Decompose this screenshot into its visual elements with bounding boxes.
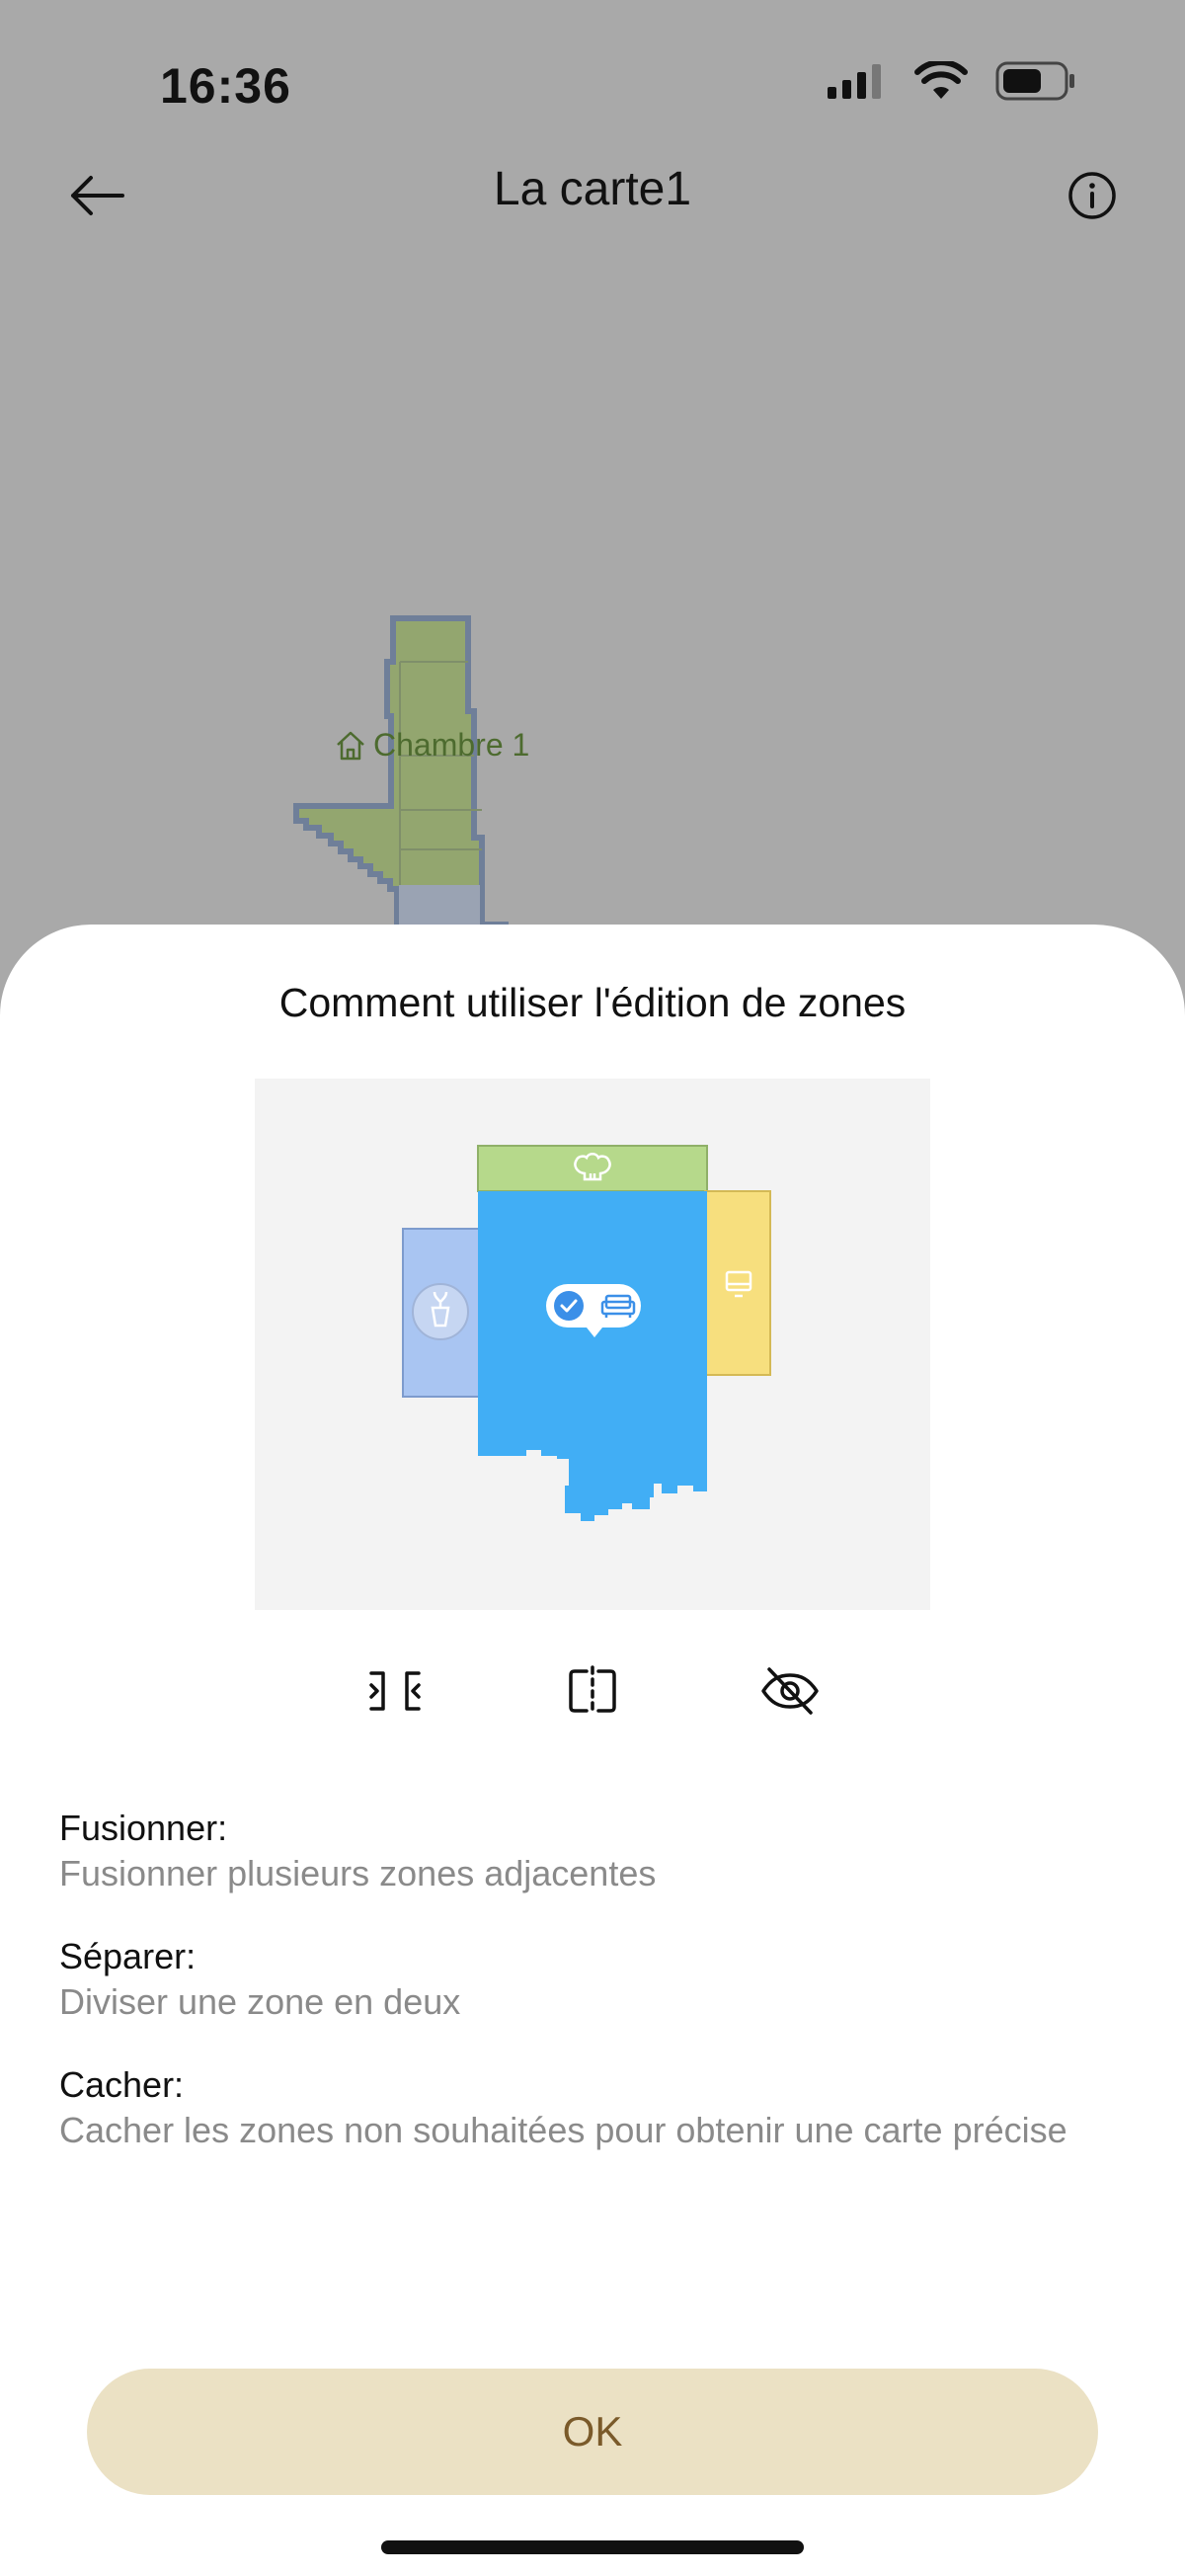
zone-edit-illustration <box>255 1079 930 1610</box>
description-text: Cacher les zones non souhaitées pour obt… <box>59 2110 1067 2150</box>
ok-button[interactable]: OK <box>87 2369 1098 2495</box>
wifi-icon <box>914 59 968 106</box>
split-icon <box>569 1665 616 1717</box>
split-tool[interactable] <box>553 1651 632 1731</box>
page-title: La carte1 <box>493 163 692 215</box>
merge-icon <box>369 1671 421 1711</box>
description-merge: Fusionner: Fusionner plusieurs zones adj… <box>59 1806 1126 1896</box>
signal-icon <box>826 63 887 104</box>
info-icon <box>1068 172 1116 219</box>
room-label[interactable]: Chambre 1 <box>334 727 529 764</box>
help-sheet: Comment utiliser l'édition de zones Fusi… <box>0 925 1185 2576</box>
description-title: Fusionner: <box>59 1808 228 1848</box>
status-bar: 16:36 <box>0 0 1185 148</box>
description-split: Séparer: Diviser une zone en deux <box>59 1934 1126 2025</box>
description-text: Diviser une zone en deux <box>59 1981 461 2022</box>
status-icons <box>826 59 1076 106</box>
description-text: Fusionner plusieurs zones adjacentes <box>59 1853 657 1893</box>
sheet-title: Comment utiliser l'édition de zones <box>278 980 907 1025</box>
home-indicator[interactable] <box>381 2540 804 2554</box>
eye-off-icon <box>761 1667 819 1715</box>
info-button[interactable] <box>1057 160 1128 231</box>
description-list: Fusionner: Fusionner plusieurs zones adj… <box>59 1806 1126 2191</box>
battery-icon <box>995 61 1076 106</box>
description-hide: Cacher: Cacher les zones non souhaitées … <box>59 2062 1126 2153</box>
description-title: Séparer: <box>59 1936 197 1976</box>
status-time: 16:36 <box>160 58 291 114</box>
map-area[interactable]: Chambre 1 <box>0 237 1185 928</box>
edit-tools <box>0 1651 1185 1731</box>
room-shape[interactable] <box>0 237 1185 928</box>
zone-green <box>477 1145 708 1192</box>
room-label-text: Chambre 1 <box>373 727 530 763</box>
merge-tool[interactable] <box>356 1651 434 1731</box>
zone-blue <box>478 1191 707 1521</box>
home-icon <box>337 731 364 760</box>
app-header: La carte1 <box>0 148 1185 237</box>
description-title: Cacher: <box>59 2064 185 2105</box>
hide-tool[interactable] <box>750 1651 830 1731</box>
